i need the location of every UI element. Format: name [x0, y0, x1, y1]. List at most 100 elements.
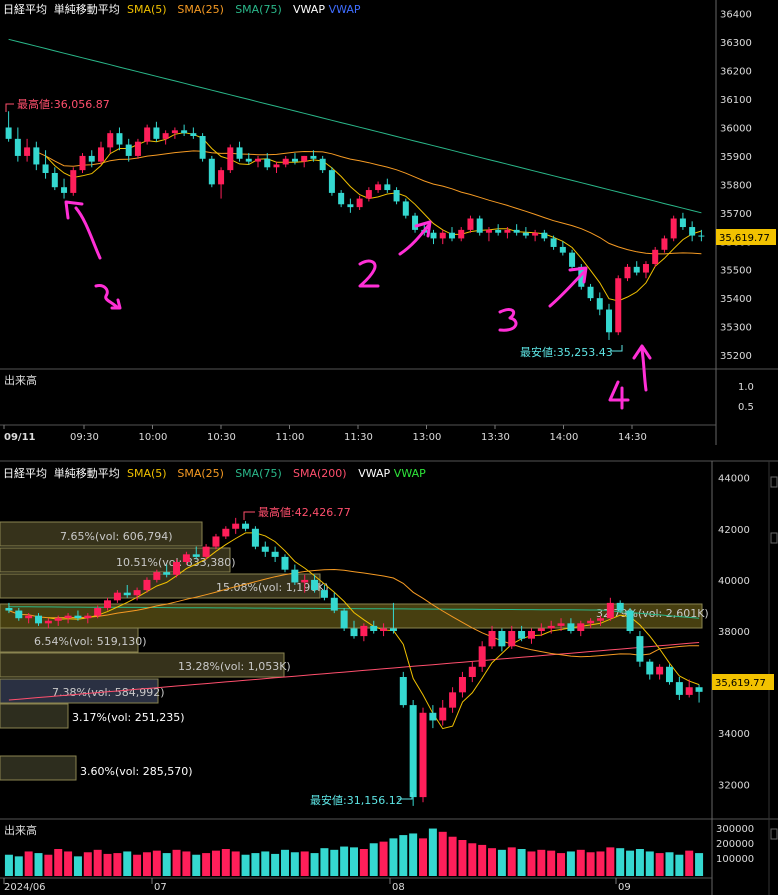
intraday-candle	[218, 170, 225, 185]
daily-volume-bar	[369, 843, 378, 876]
intraday-candle	[550, 238, 557, 247]
daily-volume-bar	[182, 851, 191, 876]
daily-volume-bar	[162, 853, 171, 876]
volume-profile-bar	[0, 703, 69, 729]
intraday-last-price: 35,619.77	[719, 233, 770, 244]
intraday-plot-bg	[0, 0, 716, 445]
intraday-candle	[532, 232, 539, 236]
daily-candle	[695, 687, 703, 692]
intraday-candle	[347, 204, 354, 208]
daily-volume-bars	[4, 828, 704, 876]
daily-candle	[44, 620, 52, 624]
intraday-candle	[430, 232, 437, 239]
intraday-candle	[642, 264, 649, 273]
daily-candle	[74, 615, 82, 619]
daily-candle	[281, 556, 289, 570]
intraday-candle	[319, 158, 326, 171]
intraday-price-tick: 36400	[720, 10, 752, 21]
legend-item-6: VWAP	[329, 3, 361, 16]
daily-volume-bar	[300, 851, 309, 876]
daily-candle	[626, 610, 634, 631]
daily-volume-bar	[576, 849, 585, 876]
daily-low-label: 最安値:31,156.12	[310, 793, 403, 807]
side-scroll-control-2[interactable]	[770, 532, 778, 544]
daily-volume-bar	[44, 854, 53, 876]
intraday-candle	[606, 309, 613, 333]
daily-candle	[389, 628, 397, 631]
intraday-high-annotation: 最高値:36,056.87	[5, 97, 110, 112]
intraday-volume-label: 出来高	[4, 373, 37, 387]
daily-volume-bar	[626, 850, 635, 876]
daily-candle	[94, 608, 102, 616]
daily-candle	[449, 692, 457, 708]
daily-volume-bar	[251, 853, 260, 876]
daily-candle	[557, 623, 565, 626]
intraday-candle	[522, 232, 529, 236]
intraday-time-tick: 14:30	[618, 432, 647, 443]
intraday-price-tick: 35700	[720, 209, 752, 220]
intraday-price-axis: 36400 36300 36200 36100 36000 35900 35800 35700…	[720, 10, 752, 362]
daily-high-label: 最高値:42,426.77	[258, 505, 351, 519]
daily-candle	[409, 705, 417, 798]
intraday-candle	[467, 218, 474, 230]
daily-candle	[242, 523, 250, 529]
daily-volume-bar	[507, 847, 516, 876]
daily-volume-bar	[231, 851, 240, 876]
legend-item-2: SMA(5)	[127, 467, 167, 480]
intraday-price-tick: 36000	[720, 123, 752, 134]
daily-volume-bar	[428, 828, 437, 876]
daily-candle	[488, 631, 496, 647]
daily-candle	[380, 628, 388, 631]
daily-time-tick: 09	[618, 882, 631, 893]
daily-volume-bar	[350, 847, 358, 876]
daily-candle	[675, 682, 683, 695]
side-scroll-control-3[interactable]	[770, 828, 778, 840]
volume-profile-bar	[0, 755, 77, 781]
side-scroll-control[interactable]	[770, 476, 778, 488]
daily-candle	[350, 628, 358, 637]
daily-candle	[143, 579, 151, 591]
daily-candle	[251, 528, 259, 547]
daily-candle	[35, 615, 43, 624]
daily-candle	[222, 528, 230, 537]
legend-item-5: SMA(200)	[293, 467, 347, 480]
intraday-candle	[310, 155, 317, 159]
daily-candle	[123, 592, 131, 596]
legend-item-1: 単純移動平均	[54, 2, 120, 16]
intraday-candle	[338, 192, 345, 205]
daily-candle	[15, 610, 23, 619]
intraday-candle	[125, 144, 132, 156]
intraday-candle	[24, 147, 31, 156]
daily-candle	[656, 666, 664, 675]
intraday-high-label: 最高値:36,056.87	[17, 97, 110, 111]
daily-candle	[104, 600, 112, 608]
daily-volume-bar	[359, 849, 368, 876]
daily-candle	[399, 677, 407, 706]
daily-volume-bar	[4, 854, 13, 876]
daily-candle	[439, 707, 447, 721]
daily-volume-bar	[73, 856, 82, 876]
intraday-last-price-tag: 35,619.77	[716, 229, 776, 245]
daily-volume-bar	[310, 853, 319, 876]
intraday-low-annotation: 最安値:35,253.43	[520, 345, 623, 359]
intraday-candle	[79, 155, 86, 171]
daily-volume-bar	[399, 835, 408, 876]
daily-volume-bar	[221, 849, 230, 876]
daily-volume-bar	[280, 849, 289, 876]
daily-candle	[547, 625, 555, 629]
intraday-candle	[301, 155, 308, 162]
daily-candle	[458, 677, 466, 693]
intraday-candle	[70, 170, 77, 193]
intraday-price-tick: 35200	[720, 351, 752, 362]
daily-volume-bar	[330, 849, 339, 876]
intraday-candle	[181, 130, 188, 134]
daily-volume-bar	[113, 853, 122, 876]
daily-volume-bar	[468, 843, 477, 876]
daily-volume-bar	[172, 849, 181, 876]
daily-candle	[419, 712, 427, 798]
daily-candle	[537, 628, 545, 631]
intraday-candle	[393, 190, 400, 202]
daily-candle	[646, 661, 654, 675]
intraday-price-tick: 36100	[720, 95, 752, 106]
daily-volume-bar	[241, 854, 250, 876]
